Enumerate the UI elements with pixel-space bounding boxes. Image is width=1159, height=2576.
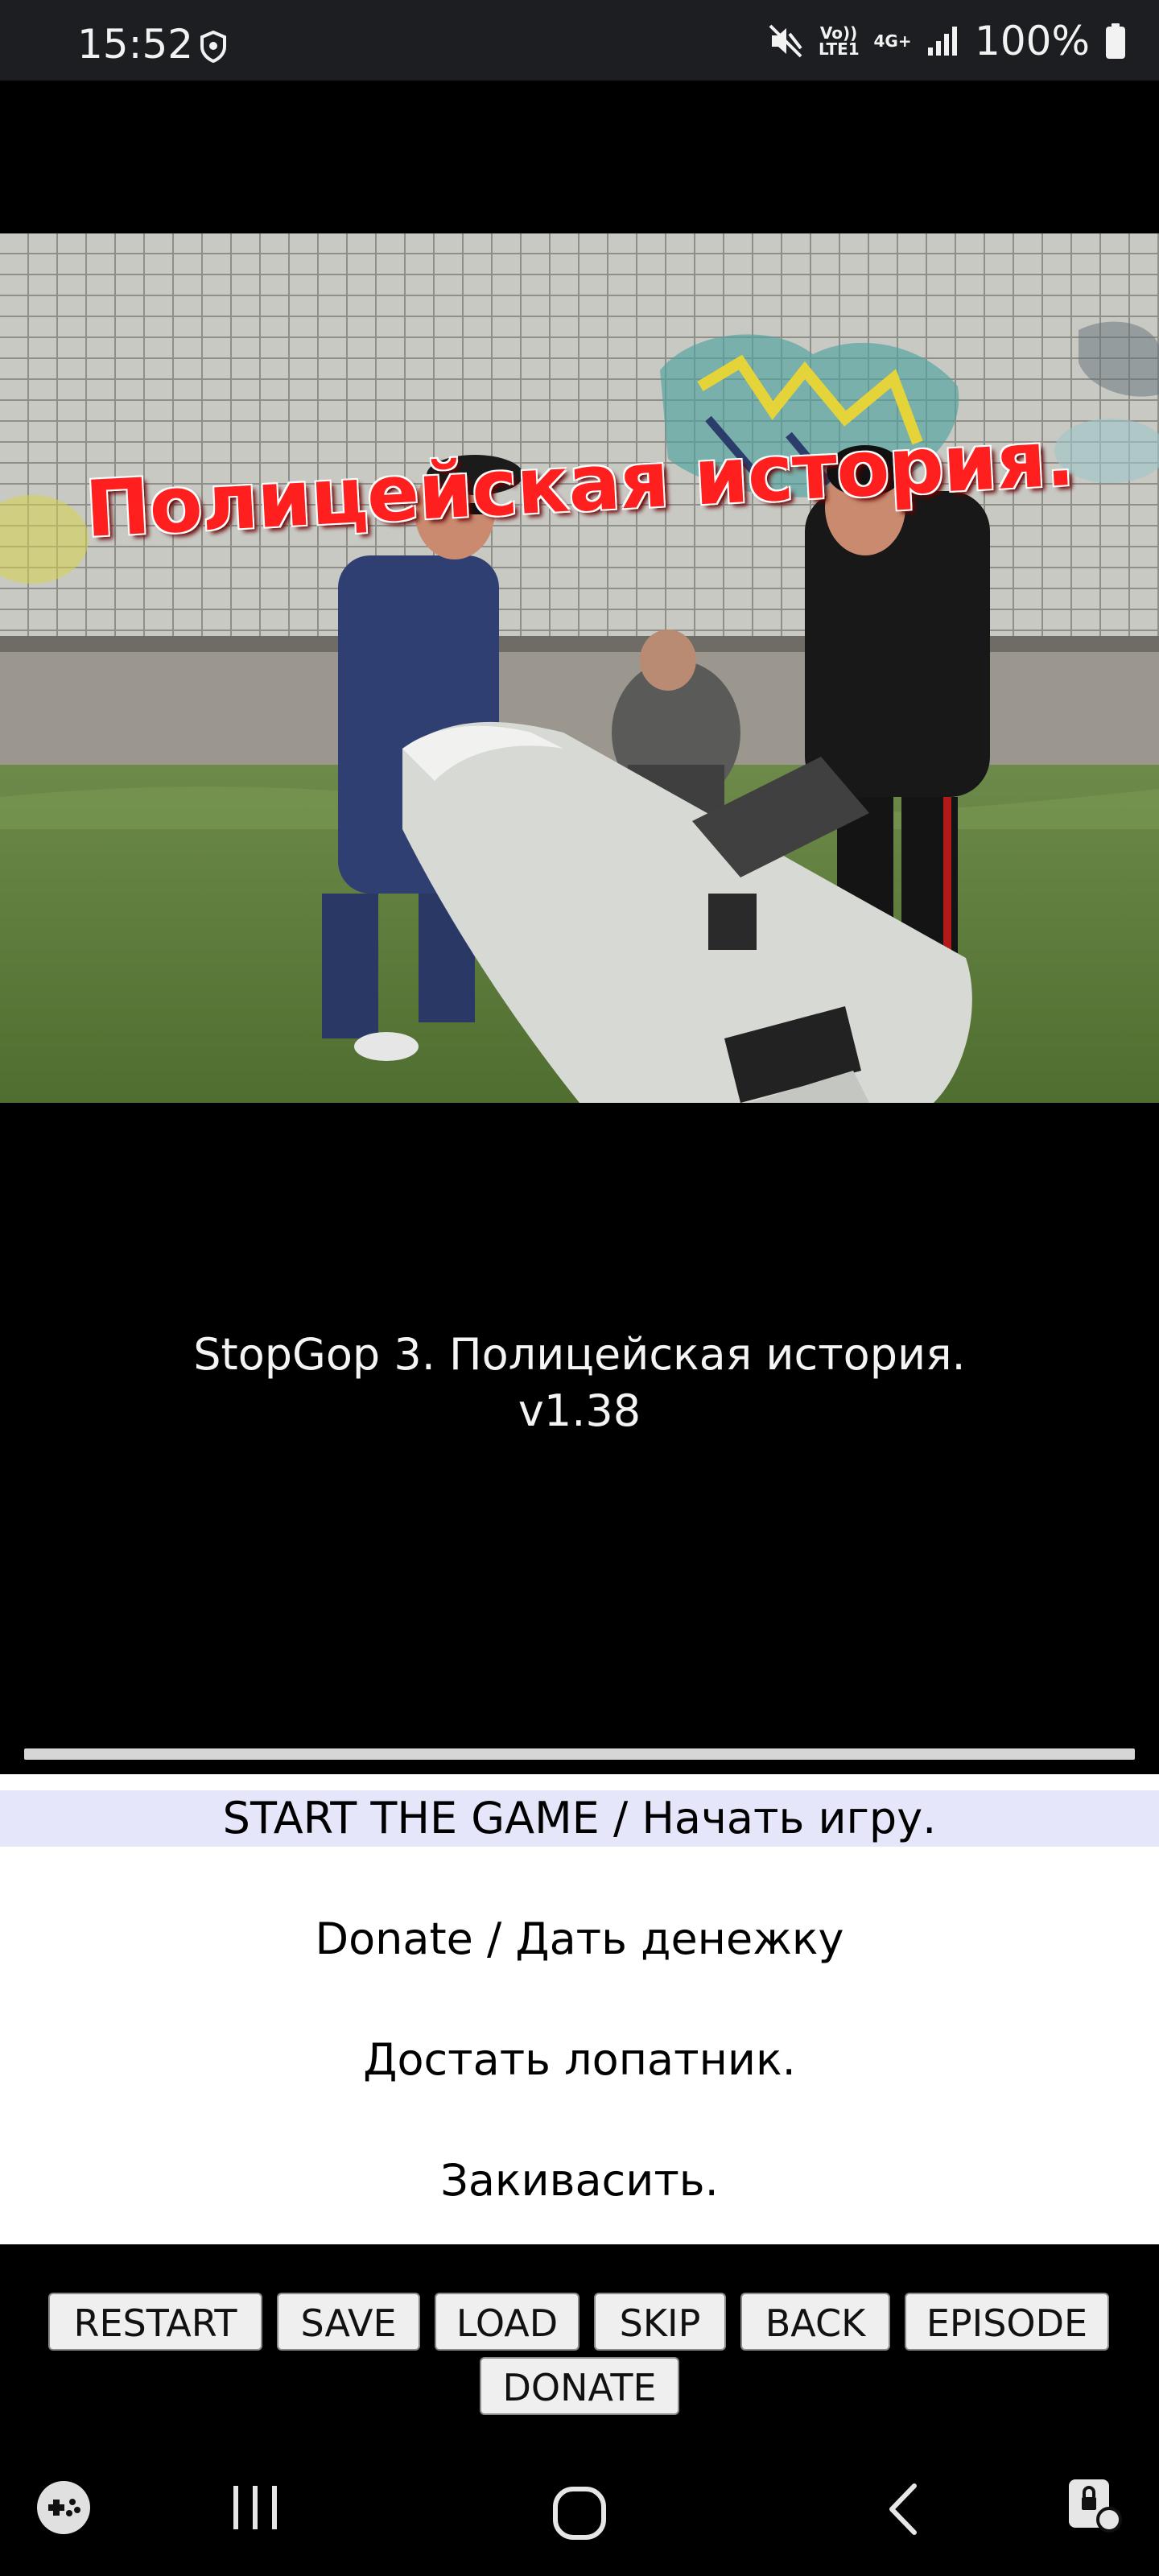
scene-image: Полицейская история. (0, 233, 1159, 1103)
restart-button[interactable]: RESTART (48, 2293, 262, 2351)
mute-icon (769, 24, 802, 58)
status-bar: 15:52 Vo)) LTE1 4G+ 100% (0, 0, 1159, 80)
game-title: StopGop 3. Полицейская история. v1.38 (0, 1327, 1159, 1439)
shield-icon (200, 31, 226, 63)
episode-button[interactable]: EPISODE (905, 2293, 1109, 2351)
home-icon[interactable] (547, 2481, 612, 2545)
game-title-name: StopGop 3. Полицейская история. (193, 1329, 966, 1380)
volte-indicator: Vo)) LTE1 (819, 23, 860, 59)
menu-item-zakivasit[interactable]: Закивасить. (0, 2153, 1159, 2209)
gamepad-icon[interactable] (35, 2479, 92, 2536)
donate-button[interactable]: DONATE (480, 2357, 679, 2415)
choice-menu: START THE GAME / Начать игру. Donate / Д… (0, 1774, 1159, 2244)
signal-icon (928, 27, 958, 56)
status-time: 15:52 (77, 21, 194, 68)
skip-button[interactable]: SKIP (594, 2293, 726, 2351)
recents-icon[interactable] (229, 2481, 282, 2534)
navigation-bar (0, 2449, 1159, 2576)
battery-icon (1106, 23, 1125, 59)
load-button[interactable]: LOAD (435, 2293, 580, 2351)
menu-item-donate[interactable]: Donate / Дать денежку (0, 1911, 1159, 1967)
status-indicators: Vo)) LTE1 4G+ 100% (767, 18, 1127, 64)
save-button[interactable]: SAVE (277, 2293, 420, 2351)
battery-percent: 100% (975, 18, 1090, 64)
screen-lock-icon[interactable] (1062, 2473, 1124, 2534)
network-indicator: 4G+ (873, 31, 912, 51)
back-icon[interactable] (881, 2481, 929, 2537)
back-button[interactable]: BACK (740, 2293, 890, 2351)
scene-illustration (0, 233, 1159, 1103)
menu-item-get-wallet[interactable]: Достать лопатник. (0, 2032, 1159, 2088)
game-toolbar: RESTART SAVE LOAD SKIP BACK EPISODE DONA… (0, 2244, 1159, 2449)
menu-item-start-game[interactable]: START THE GAME / Начать игру. (0, 1790, 1159, 1847)
divider-bar (24, 1748, 1135, 1760)
game-version: v1.38 (518, 1385, 641, 1436)
